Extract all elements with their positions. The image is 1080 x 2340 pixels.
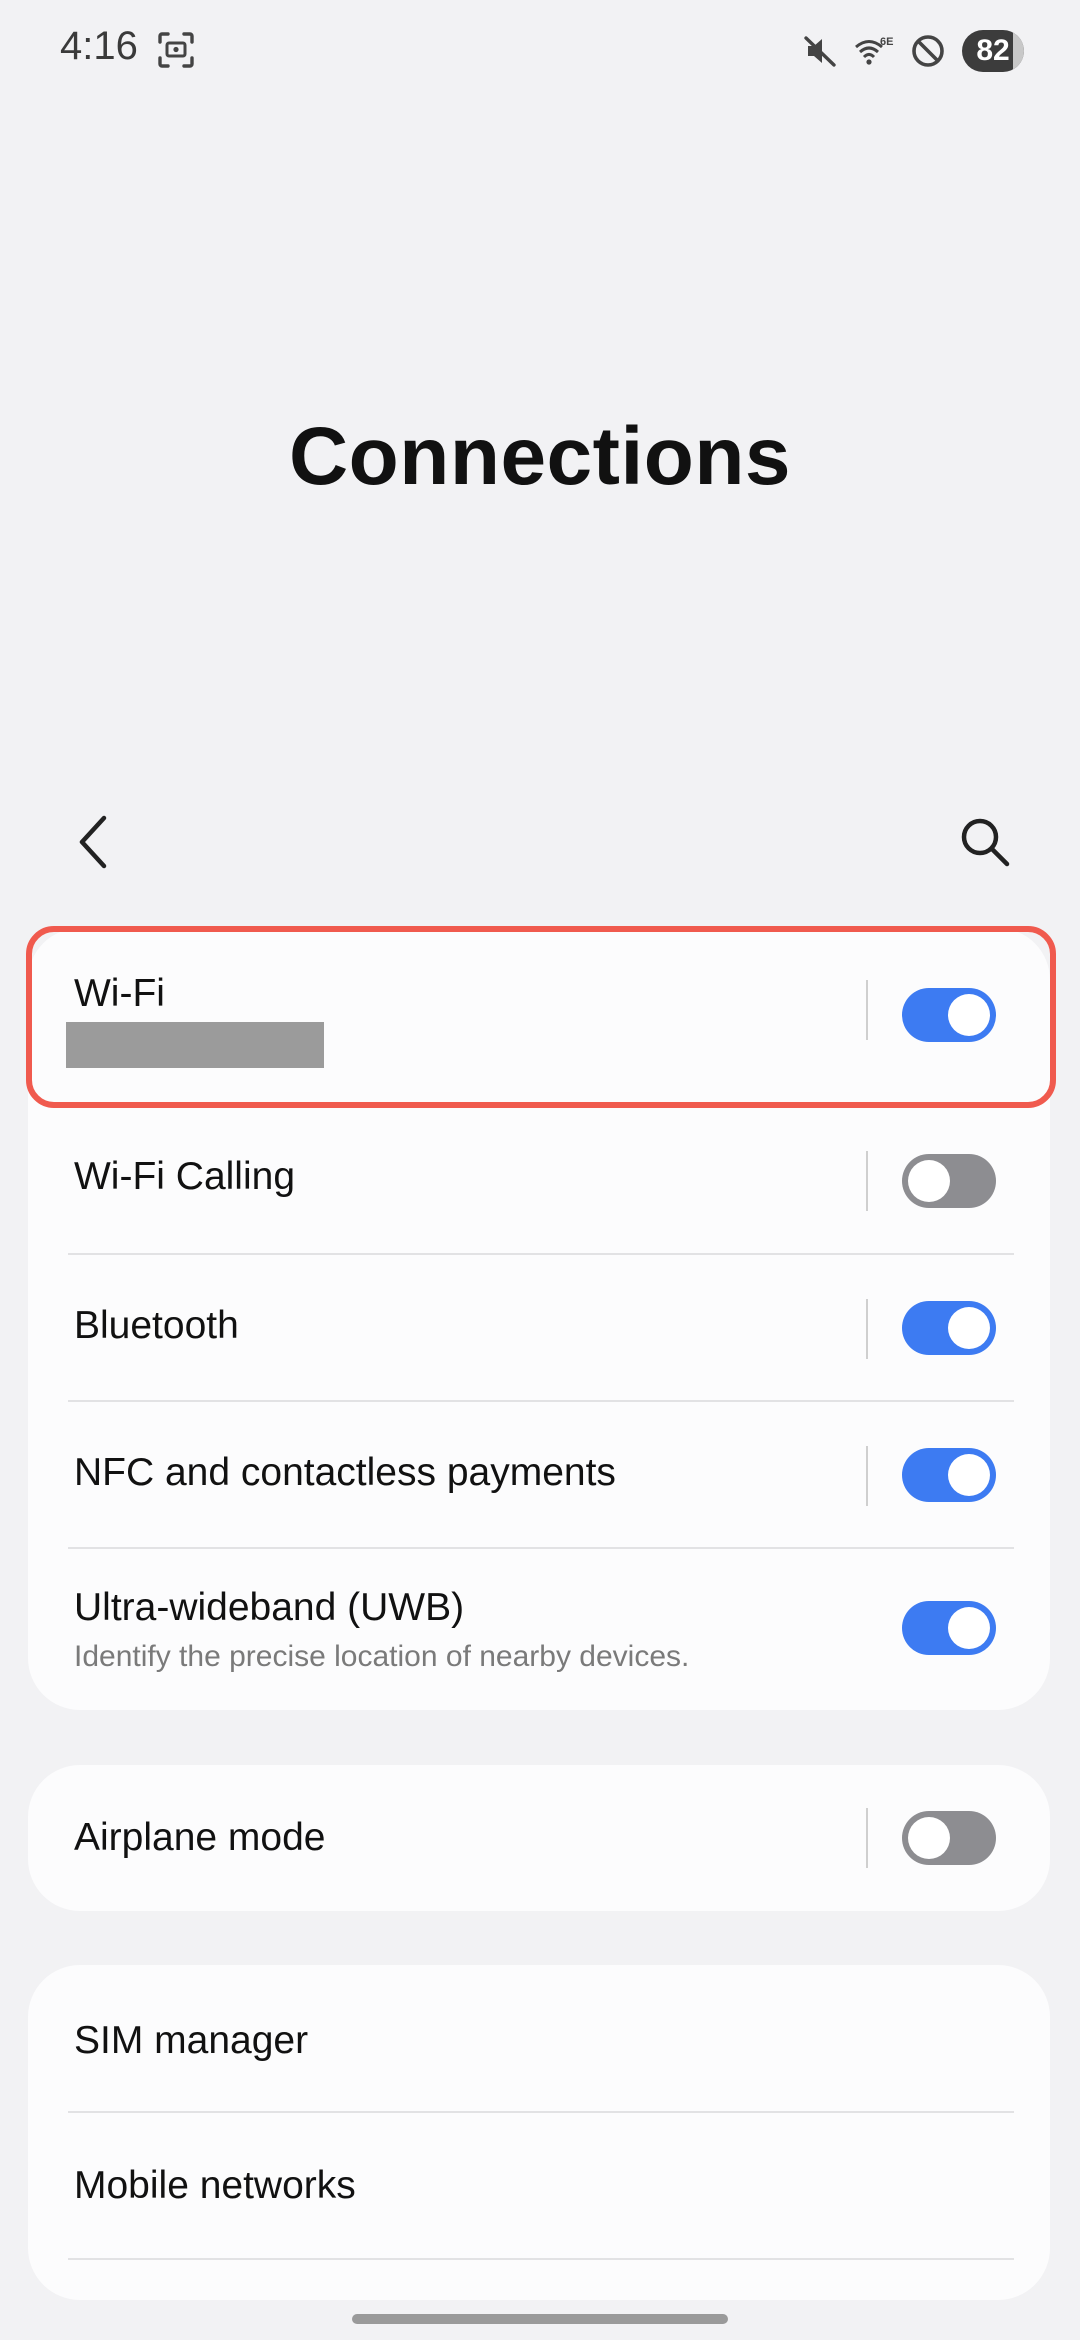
airplane-toggle[interactable] <box>902 1811 996 1865</box>
toggle-knob <box>908 1817 950 1859</box>
do-not-disturb-icon <box>912 35 944 67</box>
toggle-knob <box>948 994 990 1036</box>
sim-card: SIM manager Mobile networks <box>28 1965 1050 2300</box>
mobile-networks-title: Mobile networks <box>74 2164 356 2207</box>
battery-icon: 82 <box>962 30 1024 72</box>
row-divider <box>866 1808 868 1868</box>
wifi-calling-row[interactable]: Wi-Fi Calling <box>28 1108 1050 1255</box>
uwb-title: Ultra-wideband (UWB) <box>74 1586 465 1629</box>
status-bar: 4:16 6E 82 <box>0 0 1080 100</box>
row-divider <box>866 1446 868 1506</box>
screenshot-icon <box>158 32 194 68</box>
toggle-knob <box>948 1307 990 1349</box>
bluetooth-title: Bluetooth <box>74 1304 239 1347</box>
wifi-6e-icon: 6E <box>855 36 893 65</box>
mobile-networks-row[interactable]: Mobile networks <box>28 2112 1050 2260</box>
status-time: 4:16 <box>60 24 138 68</box>
battery-percent: 82 <box>976 34 1010 67</box>
row-divider <box>866 980 868 1040</box>
uwb-toggle[interactable] <box>902 1601 996 1655</box>
uwb-subtitle: Identify the precise location of nearby … <box>74 1640 690 1673</box>
svg-text:6E: 6E <box>880 36 893 48</box>
toggle-knob <box>948 1607 990 1649</box>
chevron-left-icon[interactable] <box>66 812 122 872</box>
nfc-row[interactable]: NFC and contactless payments <box>28 1401 1050 1549</box>
wifi-calling-toggle[interactable] <box>902 1154 996 1208</box>
connections-card: Wi-Fi Wi-Fi Calling Bluetooth NFC and co… <box>28 928 1050 1710</box>
sim-manager-row[interactable]: SIM manager <box>28 1965 1050 2113</box>
airplane-title: Airplane mode <box>74 1816 326 1859</box>
airplane-row[interactable]: Airplane mode <box>28 1765 1050 1911</box>
status-icons: 6E 82 <box>800 28 1024 74</box>
row-divider <box>866 1151 868 1211</box>
bluetooth-row[interactable]: Bluetooth <box>28 1254 1050 1402</box>
home-indicator[interactable] <box>352 2314 728 2324</box>
wifi-network-redacted <box>66 1022 324 1068</box>
toggle-knob <box>948 1454 990 1496</box>
wifi-title: Wi-Fi <box>74 972 165 1015</box>
row-divider <box>866 1299 868 1359</box>
wifi-toggle[interactable] <box>902 988 996 1042</box>
sim-manager-title: SIM manager <box>74 2019 309 2062</box>
wifi-calling-title: Wi-Fi Calling <box>74 1155 296 1198</box>
connections-screen: 4:16 6E 82 Connections Wi-Fi Wi-Fi Calli… <box>0 0 1080 2340</box>
nfc-title: NFC and contactless payments <box>74 1451 616 1494</box>
wifi-row[interactable]: Wi-Fi <box>28 928 1050 1108</box>
toggle-knob <box>908 1160 950 1202</box>
page-title: Connections <box>288 411 792 502</box>
uwb-row[interactable]: Ultra-wideband (UWB) Identify the precis… <box>28 1548 1050 1710</box>
nfc-toggle[interactable] <box>902 1448 996 1502</box>
mute-icon <box>804 36 836 67</box>
row-separator <box>68 2258 1014 2260</box>
bluetooth-toggle[interactable] <box>902 1301 996 1355</box>
search-icon[interactable] <box>955 812 1015 872</box>
airplane-card: Airplane mode <box>28 1765 1050 1911</box>
